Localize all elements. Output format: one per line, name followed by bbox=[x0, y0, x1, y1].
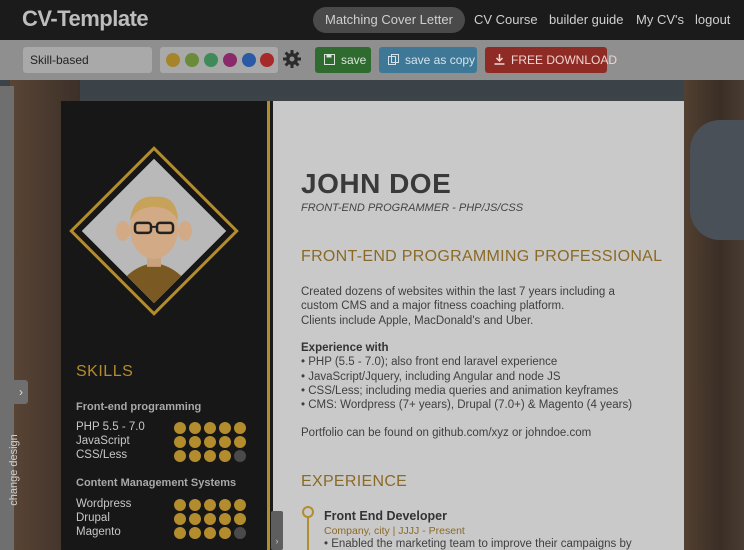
skill-dot-empty bbox=[234, 450, 246, 462]
skill-dot-filled bbox=[234, 499, 246, 511]
free-download-button[interactable]: FREE DOWNLOAD bbox=[485, 47, 617, 73]
summary-line: Created dozens of websites within the la… bbox=[301, 286, 615, 298]
save-button[interactable]: save bbox=[315, 47, 371, 73]
skills-heading: SKILLS bbox=[76, 363, 134, 380]
color-swatch[interactable] bbox=[260, 53, 274, 67]
color-swatch[interactable] bbox=[204, 53, 218, 67]
resume-name: JOHN DOE bbox=[301, 168, 452, 199]
color-swatch[interactable] bbox=[242, 53, 256, 67]
app-logo[interactable]: CV-Template bbox=[22, 6, 149, 32]
skill-dot-filled bbox=[219, 436, 231, 448]
skill-dot-filled bbox=[174, 499, 186, 511]
skill-dot-filled bbox=[174, 436, 186, 448]
skill-dot-filled bbox=[174, 513, 186, 525]
skill-dot-filled bbox=[234, 513, 246, 525]
skill-group-title: Front-end programming bbox=[76, 401, 202, 413]
divider-gap bbox=[270, 101, 273, 550]
experience-with-item: • CSS/Less; including media queries and … bbox=[301, 384, 619, 397]
change-design-label: change design bbox=[7, 434, 20, 506]
top-nav-bar: CV-Template Matching Cover Letter CV Cou… bbox=[0, 0, 744, 40]
template-select[interactable]: Skill-based bbox=[23, 47, 152, 73]
skill-dot-filled bbox=[189, 422, 201, 434]
skill-dot-filled bbox=[174, 527, 186, 539]
save-as-copy-button[interactable]: save as copy bbox=[379, 47, 477, 73]
color-swatch[interactable] bbox=[166, 53, 180, 67]
headline: FRONT-END PROGRAMMING PROFESSIONAL bbox=[301, 248, 663, 265]
skill-dot-filled bbox=[174, 422, 186, 434]
skill-dot-filled bbox=[219, 422, 231, 434]
save-as-copy-label: save as copy bbox=[405, 53, 476, 67]
portfolio-line: Portfolio can be found on github.com/xyz… bbox=[301, 427, 592, 439]
skill-dot-filled bbox=[219, 513, 231, 525]
experience-heading: EXPERIENCE bbox=[301, 473, 408, 490]
summary-line: custom CMS and a major fitness coaching … bbox=[301, 300, 565, 313]
editor-toolbar: Skill-based save save as copy FREE DOWNL… bbox=[0, 40, 744, 80]
timeline-dot bbox=[302, 506, 314, 518]
skill-dot-filled bbox=[174, 450, 186, 462]
skill-dot-filled bbox=[234, 436, 246, 448]
job-bullet: • Enabled the marketing team to improve … bbox=[324, 538, 632, 550]
color-palette bbox=[160, 47, 278, 73]
skill-dot-filled bbox=[204, 436, 216, 448]
skill-name: CSS/Less bbox=[76, 449, 128, 461]
save-button-label: save bbox=[341, 53, 367, 67]
skill-dot-filled bbox=[204, 422, 216, 434]
skill-dot-filled bbox=[219, 499, 231, 511]
skill-name: Magento bbox=[76, 526, 121, 538]
summary-line: Clients include Apple, MacDonald's and U… bbox=[301, 314, 534, 327]
skill-name: Wordpress bbox=[76, 498, 132, 510]
job-meta: Company, city | JJJJ - Present bbox=[324, 525, 465, 537]
skill-dot-filled bbox=[189, 499, 201, 511]
skill-name: Drupal bbox=[76, 512, 110, 524]
resume-role: FRONT-END PROGRAMMER - PHP/JS/CSS bbox=[301, 202, 524, 214]
skill-dot-filled bbox=[219, 527, 231, 539]
experience-with-heading: Experience with bbox=[301, 342, 389, 354]
skill-group-title: Content Management Systems bbox=[76, 477, 237, 489]
copy-icon bbox=[388, 54, 399, 65]
chevron-right-icon[interactable]: › bbox=[14, 380, 28, 404]
nav-cv-course[interactable]: CV Course bbox=[474, 7, 538, 33]
skill-name: JavaScript bbox=[76, 435, 130, 447]
skill-dot-filled bbox=[204, 450, 216, 462]
sheet-scroll-handle[interactable]: › bbox=[271, 511, 283, 550]
resume-preview: SKILLS Front-end programming PHP 5.5 - 7… bbox=[61, 101, 684, 550]
skill-dot-filled bbox=[204, 513, 216, 525]
skill-name: PHP 5.5 - 7.0 bbox=[76, 421, 145, 433]
skill-dot-empty bbox=[234, 527, 246, 539]
experience-with-item: • PHP (5.5 - 7.0); also front end larave… bbox=[301, 356, 558, 369]
color-swatch[interactable] bbox=[223, 53, 237, 67]
color-swatch[interactable] bbox=[185, 53, 199, 67]
floppy-icon bbox=[324, 54, 335, 65]
nav-logout[interactable]: logout bbox=[695, 7, 730, 33]
nav-builder-guide[interactable]: builder guide bbox=[549, 7, 623, 33]
experience-with: Experience with • PHP (5.5 - 7.0); also … bbox=[301, 341, 661, 412]
summary: Created dozens of websites within the la… bbox=[301, 285, 661, 328]
gear-icon[interactable] bbox=[282, 49, 302, 69]
experience-with-item: • JavaScript/Jquery, including Angular a… bbox=[301, 370, 561, 383]
nav-matching-cover-letter[interactable]: Matching Cover Letter bbox=[313, 7, 465, 33]
change-design-tab[interactable]: change design bbox=[0, 86, 20, 550]
skill-dot-filled bbox=[219, 450, 231, 462]
skill-dot-filled bbox=[204, 499, 216, 511]
skill-dot-filled bbox=[189, 527, 201, 539]
skill-dot-filled bbox=[189, 450, 201, 462]
job-title: Front End Developer bbox=[324, 509, 447, 523]
skill-dot-filled bbox=[189, 436, 201, 448]
skill-dot-filled bbox=[189, 513, 201, 525]
free-download-label: FREE DOWNLOAD bbox=[511, 53, 618, 67]
skill-dot-filled bbox=[234, 422, 246, 434]
skill-dot-filled bbox=[204, 527, 216, 539]
experience-with-item: • CMS: Wordpress (7+ years), Drupal (7.0… bbox=[301, 399, 633, 412]
download-icon bbox=[494, 54, 505, 65]
nav-my-cvs[interactable]: My CV's bbox=[636, 7, 684, 33]
